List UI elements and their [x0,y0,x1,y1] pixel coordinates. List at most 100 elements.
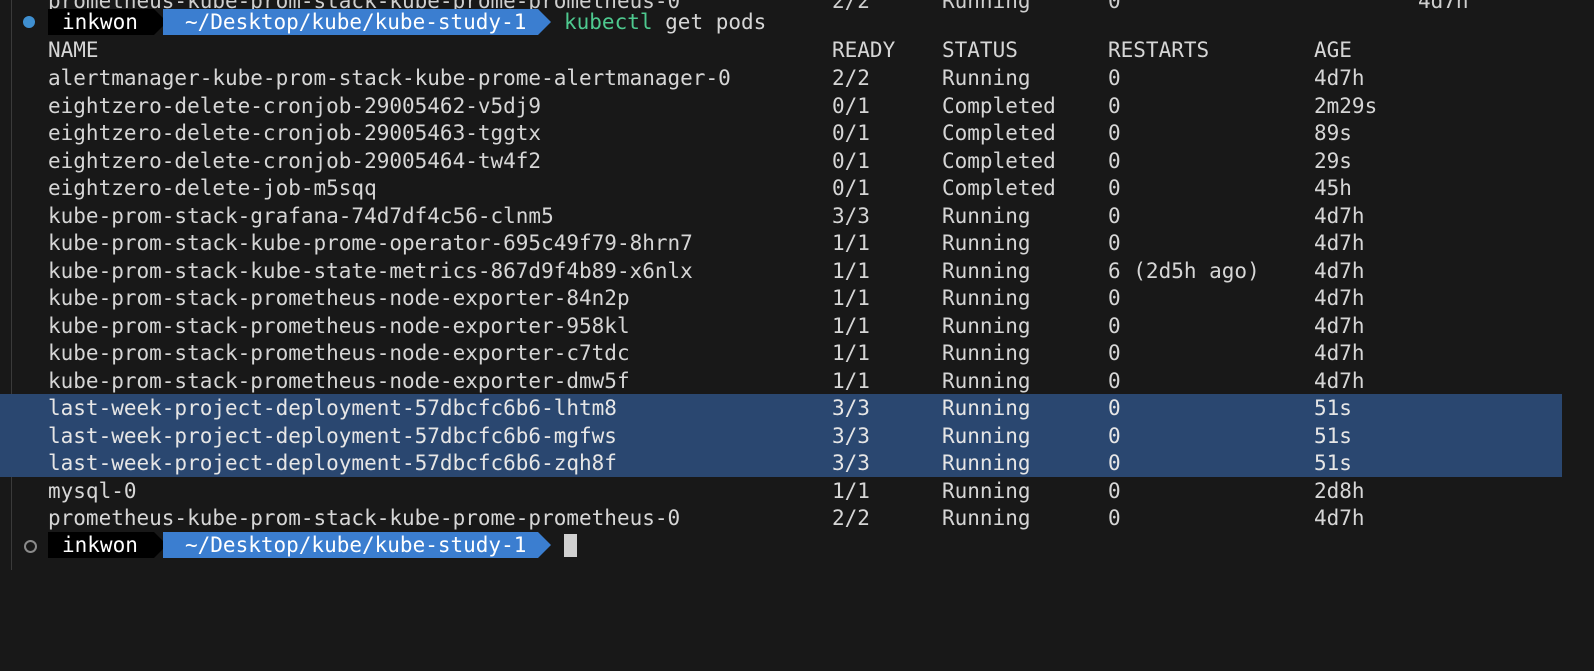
table-row[interactable]: kube-prom-stack-prometheus-node-exporter… [0,312,1594,340]
command-status-dot-icon[interactable] [23,16,35,28]
table-row[interactable]: kube-prom-stack-prometheus-node-exporter… [0,367,1594,395]
cell-name: last-week-project-deployment-57dbcfc6b6-… [48,451,617,475]
table-row[interactable]: kube-prom-stack-prometheus-node-exporter… [0,284,1594,312]
cell-age: 4d7h [1314,66,1365,90]
cell-ready: 2/2 [832,506,870,530]
table-row[interactable]: eightzero-delete-job-m5sqq 0/1 Completed 0 4… [0,174,1594,202]
cell-restarts: 0 [1108,506,1121,530]
cell-status: Running [942,478,1031,503]
prompt-user-segment: inkwon [48,9,167,35]
table-row[interactable]: kube-prom-stack-kube-prome-operator-695c… [0,229,1594,257]
cell-status: Running [942,258,1031,283]
cell-status: Running [942,451,1031,475]
table-row[interactable]: kube-prom-stack-kube-state-metrics-867d9… [0,257,1594,285]
prompt-path-segment: ~/Desktop/kube/kube-study-1 [163,9,552,35]
cell-restarts: 0 [1108,451,1121,475]
command-text[interactable]: kubectl get pods [564,8,766,36]
cell-name: alertmanager-kube-prom-stack-kube-prome-… [48,66,731,90]
cell-age: 89s [1314,121,1352,145]
cell-age: 2m29s [1314,93,1378,118]
cell-age: 51s [1314,451,1352,475]
cell-age: 4d7h [1314,313,1365,338]
cell-name: eightzero-delete-cronjob-29005463-tggtx [48,121,542,145]
cell-name: kube-prom-stack-prometheus-node-exporter… [48,286,630,310]
header-restarts: RESTARTS [1108,38,1210,62]
cell-age: 2d8h [1314,478,1365,503]
command-prompt-line: inkwon ~/Desktop/kube/kube-study-1 kubec… [0,8,1594,36]
cell-name: kube-prom-stack-prometheus-node-exporter… [48,368,630,393]
cell-name: last-week-project-deployment-57dbcfc6b6-… [48,396,617,420]
table-row[interactable]: eightzero-delete-cronjob-29005463-tggtx 0… [0,119,1594,147]
table-row[interactable]: kube-prom-stack-grafana-74d7df4c56-clnm5… [0,202,1594,230]
table-row[interactable]: last-week-project-deployment-57dbcfc6b6-… [0,421,1562,450]
table-row[interactable]: alertmanager-kube-prom-stack-kube-prome-… [0,64,1594,92]
cell-status: Running [942,231,1031,255]
table-row[interactable]: prometheus-kube-prom-stack-kube-prome-pr… [0,504,1594,532]
table-header: NAME READY STATUS RESTARTS AGE [0,36,1594,64]
cell-age: 51s [1314,423,1352,448]
table-row[interactable]: last-week-project-deployment-57dbcfc6b6-… [0,449,1562,477]
cell-age: 4d7h [1314,368,1365,393]
header-status: STATUS [942,38,1018,62]
cell-restarts: 0 [1108,176,1121,200]
cell-status: Completed [942,148,1056,173]
cell-ready: 0/1 [832,121,870,145]
cell-restarts: 0 [1108,286,1121,310]
cell-name: kube-prom-stack-prometheus-node-exporter… [48,313,630,338]
cell-status: Completed [942,121,1056,145]
prompt-idle-dot-icon[interactable] [24,540,37,553]
cell-ready: 3/3 [832,203,870,228]
cell-age: 4d7h [1314,286,1365,310]
cell-status: Running [942,506,1031,530]
prompt-path-segment-2: ~/Desktop/kube/kube-study-1 [163,532,552,558]
cell-restarts: 6 (2d5h ago) [1108,258,1260,283]
cell-restarts: 0 [1108,396,1121,420]
cell-age: 4d7h [1314,506,1365,530]
cell-name: last-week-project-deployment-57dbcfc6b6-… [48,423,617,448]
cell-name: kube-prom-stack-grafana-74d7df4c56-clnm5 [48,203,554,228]
current-prompt-line: inkwon ~/Desktop/kube/kube-study-1 [0,531,1594,559]
cell-ready: 1/1 [832,341,870,365]
cell-ready: 0/1 [832,176,870,200]
cell-name: prometheus-kube-prom-stack-kube-prome-pr… [48,506,681,530]
cell-restarts: 0 [1108,313,1121,338]
cell-status: Completed [942,176,1056,200]
cell-status: Running [942,341,1031,365]
header-ready: READY [832,38,896,62]
cell-ready: 2/2 [832,66,870,90]
command-args: get pods [652,10,767,34]
cell-status: Running [942,368,1031,393]
cell-status: Running [942,66,1031,90]
table-row[interactable]: kube-prom-stack-prometheus-node-exporter… [0,339,1594,367]
cell-age: 4d7h [1314,258,1365,283]
cell-ready: 1/1 [832,231,870,255]
cell-age: 45h [1314,176,1352,200]
cell-status: Completed [942,93,1056,118]
cell-status: Running [942,203,1031,228]
cell-ready: 1/1 [832,258,870,283]
table-row[interactable]: eightzero-delete-cronjob-29005462-v5dj9 0… [0,92,1594,120]
cell-restarts: 0 [1108,148,1121,173]
cell-ready: 1/1 [832,478,870,503]
cell-age: 4d7h [1314,203,1365,228]
cell-name: mysql-0 [48,478,137,503]
cell-age: 51s [1314,396,1352,420]
cell-ready: 3/3 [832,423,870,448]
table-row[interactable]: mysql-0 1/1 Running 0 2d8h [0,477,1594,505]
header-age: AGE [1314,38,1352,62]
cell-name: kube-prom-stack-prometheus-node-exporter… [48,341,630,365]
cell-restarts: 0 [1108,341,1121,365]
cell-ready: 0/1 [832,148,870,173]
cell-ready: 0/1 [832,93,870,118]
cell-restarts: 0 [1108,478,1121,503]
cell-age: 29s [1314,148,1352,173]
cell-restarts: 0 [1108,423,1121,448]
prompt-user-segment-2: inkwon [48,532,167,558]
cell-status: Running [942,396,1031,420]
table-row[interactable]: eightzero-delete-cronjob-29005464-tw4f2 0… [0,147,1594,175]
terminal-cursor[interactable] [564,534,577,557]
command-keyword: kubectl [564,10,653,34]
cell-restarts: 0 [1108,368,1121,393]
table-row[interactable]: last-week-project-deployment-57dbcfc6b6-… [0,394,1562,422]
cell-name: eightzero-delete-cronjob-29005462-v5dj9 [48,93,542,118]
